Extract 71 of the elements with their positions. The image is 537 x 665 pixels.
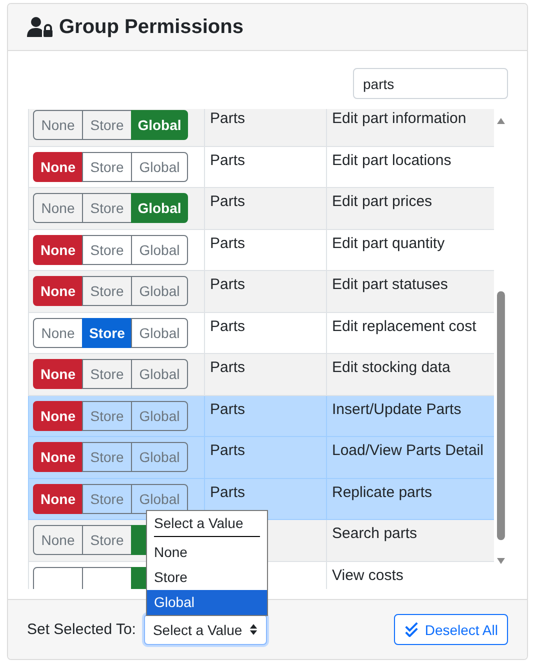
- permission-option[interactable]: Store: [82, 152, 132, 182]
- table-row[interactable]: None Store Global Parts Edit part locations: [28, 146, 494, 188]
- dropdown-option[interactable]: Store: [147, 565, 267, 590]
- permission-option[interactable]: Global: [131, 193, 188, 223]
- table-row[interactable]: None Store Global Parts Edit part quantity: [28, 229, 494, 270]
- category-text: Parts: [210, 318, 246, 334]
- set-selected-label: Set Selected To:: [27, 621, 136, 638]
- permission-option[interactable]: None: [33, 193, 83, 223]
- description-text: Edit part information: [332, 110, 466, 127]
- permission-option[interactable]: None: [33, 152, 83, 182]
- category-text: Parts: [210, 110, 246, 127]
- user-lock-icon: [27, 17, 53, 37]
- dropdown-option[interactable]: None: [147, 540, 267, 565]
- sort-icon: [248, 623, 258, 636]
- permission-option[interactable]: None: [33, 276, 83, 306]
- description-text: Edit part quantity: [332, 234, 445, 252]
- search-field[interactable]: parts: [353, 68, 508, 99]
- permission-option[interactable]: Store: [82, 400, 132, 430]
- category-text: Parts: [210, 359, 246, 376]
- category-text: Parts: [210, 276, 246, 293]
- category-text: Parts: [210, 193, 246, 210]
- table-row[interactable]: None Store Global Parts Edit part prices: [28, 188, 494, 229]
- description-text: Edit part prices: [332, 193, 432, 210]
- permission-option[interactable]: Global: [131, 400, 188, 430]
- permission-option[interactable]: Store: [82, 234, 132, 264]
- double-check-icon: [404, 622, 419, 637]
- category-text: Parts: [210, 152, 246, 168]
- permission-option[interactable]: Global: [131, 318, 188, 348]
- permission-option[interactable]: Store: [82, 359, 132, 389]
- permission-option[interactable]: None: [33, 359, 83, 389]
- permission-option[interactable]: Global: [131, 359, 188, 389]
- table-row[interactable]: None Store Global Parts Edit part statuses: [28, 270, 494, 312]
- deselect-all-button[interactable]: Deselect All: [394, 614, 508, 645]
- table-row[interactable]: None Store Global Parts Edit part information: [28, 109, 494, 146]
- value-select[interactable]: Select a Value: [144, 614, 267, 645]
- category-text: Parts: [210, 234, 246, 252]
- table-row[interactable]: None Store Global Parts Edit replacement cost: [28, 312, 494, 354]
- table-row[interactable]: None Store Global Parts Load/View Parts Detail: [28, 436, 494, 478]
- permission-option[interactable]: Global: [131, 442, 188, 472]
- permission-option[interactable]: None: [33, 525, 83, 555]
- permission-option[interactable]: Global: [131, 276, 188, 306]
- description-text: Search parts: [332, 525, 418, 542]
- permission-option[interactable]: [33, 566, 83, 589]
- table-row[interactable]: None Store Global Parts Insert/Update Parts: [28, 395, 494, 436]
- dropdown-option[interactable]: Select a Value: [154, 511, 260, 537]
- description-text: Replicate parts: [332, 484, 432, 500]
- description-text: Edit part locations: [332, 152, 452, 168]
- description-text: Insert/Update Parts: [332, 400, 462, 418]
- permission-option[interactable]: Store: [82, 276, 132, 306]
- card-title: Group Permissions: [59, 16, 244, 38]
- description-text: Load/View Parts Detail: [332, 442, 484, 459]
- permission-option[interactable]: None: [33, 484, 83, 514]
- description-text: View costs: [332, 566, 404, 584]
- permission-option[interactable]: Global: [131, 152, 188, 182]
- permission-option[interactable]: None: [33, 110, 83, 140]
- description-text: Edit part statuses: [332, 276, 448, 293]
- permission-option[interactable]: None: [33, 234, 83, 264]
- description-text: Edit replacement cost: [332, 318, 476, 334]
- dropdown-option[interactable]: Global: [147, 590, 267, 615]
- category-text: Parts: [210, 442, 246, 459]
- table-row[interactable]: None Store Global Parts Edit stocking data: [28, 354, 494, 395]
- permission-option[interactable]: Global: [131, 234, 188, 264]
- category-text: Parts: [210, 400, 246, 418]
- permission-option[interactable]: Store: [82, 442, 132, 472]
- description-text: Edit stocking data: [332, 359, 450, 376]
- permission-option[interactable]: None: [33, 442, 83, 472]
- permission-option[interactable]: Global: [131, 110, 188, 140]
- category-text: Parts: [210, 484, 246, 500]
- permission-option[interactable]: Store: [82, 318, 132, 348]
- permission-option[interactable]: None: [33, 400, 83, 430]
- permission-option[interactable]: Store: [82, 484, 132, 514]
